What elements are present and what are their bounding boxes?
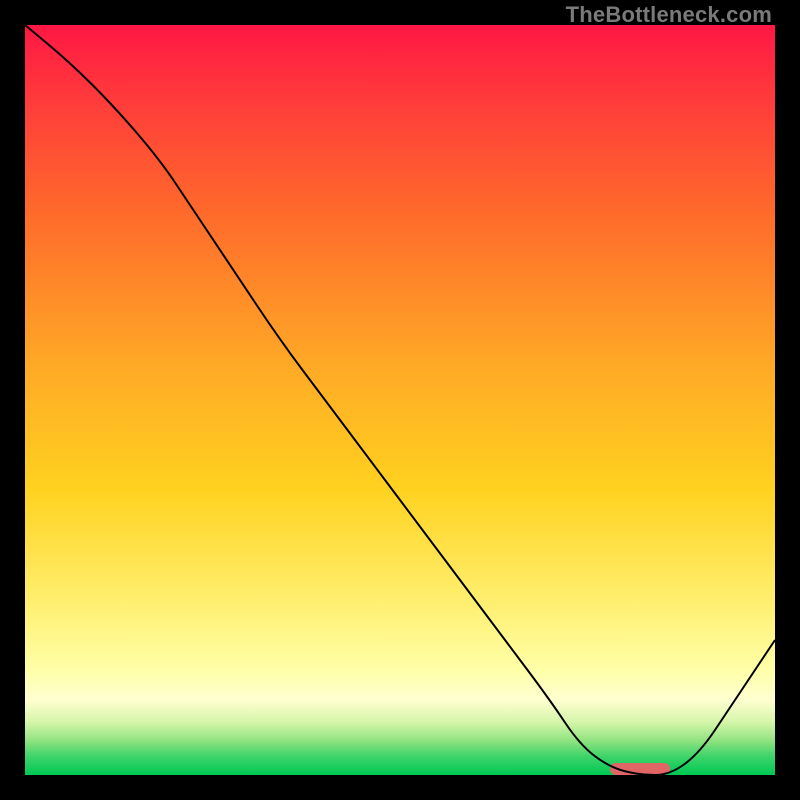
chart-frame — [25, 25, 775, 775]
bottleneck-chart — [25, 25, 775, 775]
chart-background — [25, 25, 775, 775]
